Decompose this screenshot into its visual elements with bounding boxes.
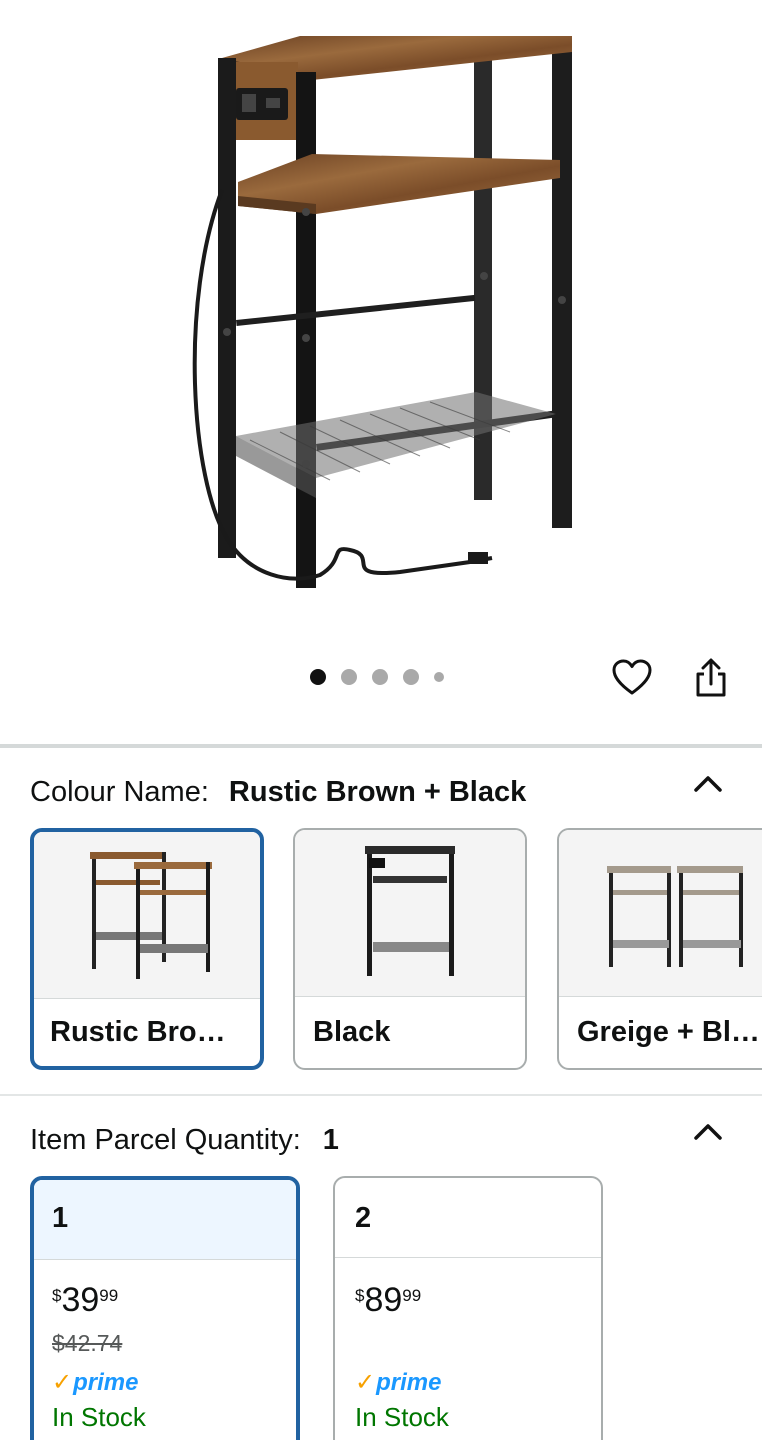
swatch-image-black [365,846,455,976]
carousel-dot[interactable] [403,669,419,685]
prime-label: prime [376,1368,442,1396]
price-fraction: 99 [402,1286,422,1305]
price: $ 89 99 [355,1282,421,1318]
colour-name-header: Colour Name: Rustic Brown + Black [30,776,526,809]
price-fraction: 99 [99,1286,119,1305]
availability-status: In Stock [52,1402,146,1432]
colour-name-value: Rustic Brown + Black [228,776,527,808]
list-price: $42.74 [52,1330,123,1356]
price-currency: $ [355,1286,365,1305]
heart-outline-icon [612,659,652,695]
parcel-quantity-header: Item Parcel Quantity: 1 [30,1124,339,1157]
swatch-thumbnail [34,832,260,998]
colour-name-label: Colour Name: [30,776,209,808]
swatch-thumbnail [295,830,525,996]
parcel-quantity-value: 1 [322,1124,339,1156]
swatch-image-rustic-brown [90,852,212,979]
prime-check-icon: ✓ [52,1369,73,1396]
carousel-dot[interactable] [341,669,357,685]
swatch-label: Rustic Bro… [50,1016,226,1048]
colour-swatch-black[interactable]: Black [293,828,527,1070]
section-divider [0,1094,762,1096]
wishlist-button[interactable] [610,656,654,700]
share-button[interactable] [689,656,733,700]
chevron-up-icon[interactable] [688,772,728,796]
prime-label: prime [73,1368,139,1396]
price-whole: 89 [364,1281,403,1319]
swatch-thumbnail [559,830,762,996]
prime-check-icon: ✓ [355,1369,376,1396]
carousel-dot[interactable] [310,669,326,685]
prime-badge: ✓ prime [355,1368,441,1397]
carousel-dot[interactable] [372,669,388,685]
section-divider [0,744,762,748]
parcel-quantity-label: Item Parcel Quantity: [30,1124,301,1156]
product-image[interactable] [0,0,762,640]
colour-swatch-rustic-brown[interactable]: Rustic Bro… [30,828,264,1070]
quantity-option-value: 1 [52,1202,69,1234]
quantity-option-value: 2 [355,1202,372,1234]
quantity-option-2[interactable]: 2 $ 89 99 ✓ prime In Stock [333,1176,603,1440]
prime-badge: ✓ prime [52,1368,138,1397]
price: $ 39 99 [52,1282,118,1318]
side-table-illustration [192,36,572,588]
swatch-label: Greige + Bl… [577,1016,760,1048]
carousel-dot[interactable] [434,672,444,682]
share-icon [696,658,726,697]
chevron-up-icon[interactable] [688,1120,728,1144]
image-carousel-dots[interactable] [310,668,459,686]
colour-swatch-greige-black[interactable]: Greige + Bl… [557,828,762,1070]
availability-status: In Stock [355,1402,449,1432]
swatch-label: Black [313,1016,391,1048]
price-currency: $ [52,1286,62,1305]
quantity-option-1[interactable]: 1 $ 39 99 $42.74 ✓ prime In Stock [30,1176,300,1440]
price-whole: 39 [61,1281,100,1319]
swatch-image-greige [607,866,743,967]
